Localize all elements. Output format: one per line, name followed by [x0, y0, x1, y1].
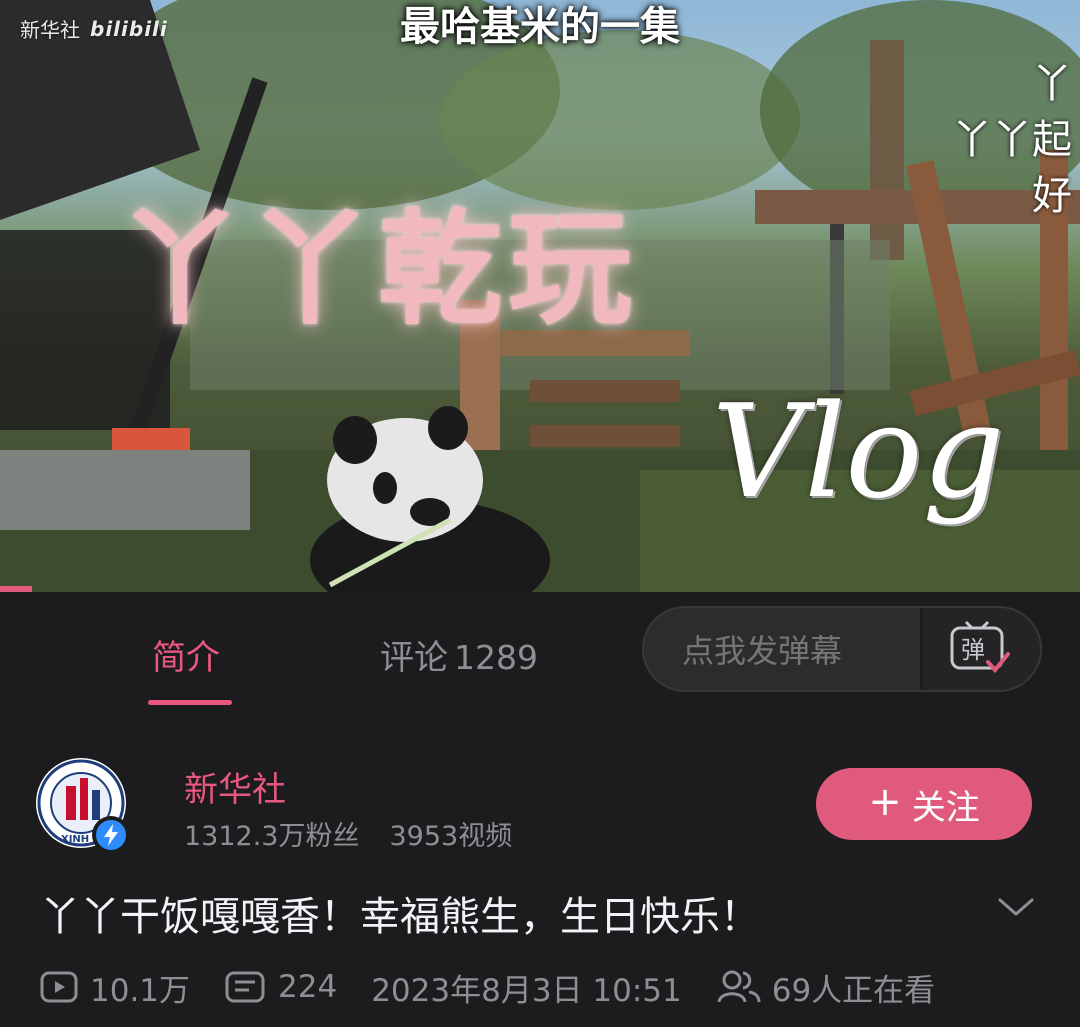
danmaku-count-icon [225, 971, 265, 1003]
video-player[interactable]: 新华社 bilibili 最哈基米的一集 丫 丫丫起 好 丫丫乾玩 Vlog [0, 0, 1080, 592]
danmaku-input[interactable] [680, 632, 924, 671]
tab-comments[interactable]: 评论 1289 [380, 630, 538, 679]
people-watching-icon [717, 970, 761, 1003]
lightning-verified-icon [96, 820, 126, 850]
danmaku-count: 224 [224, 969, 337, 1005]
video-title: 丫丫干饭嘎嘎香！幸福熊生，生日快乐！ [40, 894, 760, 940]
video-overlay-title: 丫丫乾玩 [118, 198, 639, 342]
follow-button[interactable]: + 关注 [816, 768, 1032, 840]
danmaku-toggle-icon: 弹 [950, 620, 1010, 674]
video-meta: 10.1万 224 2023年8月3日 10:51 69人正在看 [40, 964, 935, 1010]
danmaku-count-value: 224 [278, 969, 338, 1005]
play-count-value: 10.1万 [90, 972, 191, 1009]
plus-icon: + [868, 779, 902, 825]
danmaku-line: 丫 [1032, 61, 1072, 107]
tab-active-indicator [148, 700, 232, 705]
tab-intro[interactable]: 简介 [152, 630, 220, 679]
uploader-name[interactable]: 新华社 [184, 762, 286, 811]
uploader-video-count: 3953视频 [389, 821, 513, 852]
video-overlay-vlog: Vlog [712, 378, 1005, 527]
watching-now-value: 69人正在看 [771, 972, 936, 1009]
chevron-down-icon[interactable] [996, 892, 1036, 922]
danmaku-line: 丫丫起 [952, 117, 1072, 163]
play-count-icon [40, 971, 78, 1003]
danmaku-input-bar[interactable]: 弹 [642, 606, 1042, 692]
verified-badge [92, 816, 130, 854]
play-count: 10.1万 [40, 965, 190, 1010]
video-subtitle: 最哈基米的一集 [400, 4, 680, 50]
danmaku-line: 好 [1032, 173, 1072, 219]
danmaku-overlay: 丫 丫丫起 好 [952, 56, 1072, 224]
uploader-stats: 1312.3万粉丝 3953视频 [184, 814, 512, 853]
danmaku-toggle-glyph: 弹 [961, 636, 985, 664]
watching-now: 69人正在看 [716, 965, 935, 1010]
follow-label: 关注 [911, 787, 980, 828]
danmaku-toggle-button[interactable]: 弹 [920, 608, 1040, 690]
tab-comments-label: 评论 [380, 638, 448, 678]
tab-comments-count: 1289 [454, 638, 538, 677]
avatar-text: XINH [61, 834, 89, 845]
publish-datetime: 2023年8月3日 10:51 [371, 972, 682, 1009]
uploader-fans: 1312.3万粉丝 [184, 821, 360, 852]
